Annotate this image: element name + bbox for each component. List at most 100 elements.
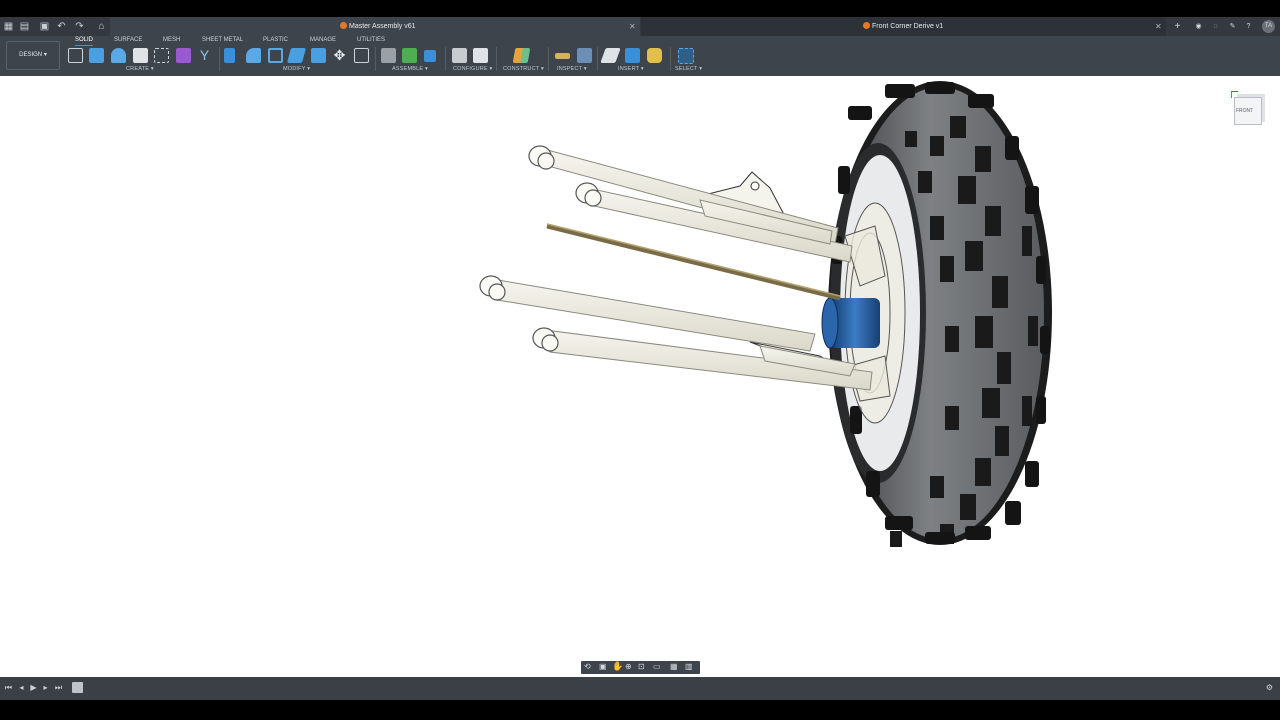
- extrude-icon[interactable]: [89, 48, 104, 63]
- viewports-icon[interactable]: ▥: [685, 662, 693, 671]
- ribbon-toolbar: DESIGN ▾ SOLID SURFACE MESH SHEET METAL …: [0, 36, 1280, 77]
- hole-icon[interactable]: [133, 48, 148, 63]
- step-forward-icon[interactable]: ▸: [41, 683, 50, 692]
- document-icon: [863, 22, 870, 29]
- workspace-label: DESIGN: [19, 52, 43, 58]
- navigation-bar: ⟲ ▣ ✋ ⊕ ⊡ ▭ ▦ ▥: [581, 661, 700, 674]
- extensions-icon[interactable]: ◉: [1193, 21, 1204, 32]
- divider: [496, 47, 497, 71]
- offset-plane-icon[interactable]: [512, 48, 531, 63]
- tab-manage[interactable]: MANAGE: [310, 36, 336, 45]
- measure-icon[interactable]: [555, 53, 570, 59]
- parameters-icon[interactable]: [473, 48, 488, 63]
- divider: [597, 47, 598, 71]
- workspace-switcher[interactable]: DESIGN ▾: [6, 41, 60, 70]
- document-tab-bar: ▦ ▤ ▣ ↶ ↷ ⌂ Master Assembly v61 ✕ Front …: [0, 17, 1280, 36]
- look-at-icon[interactable]: ▣: [599, 662, 607, 671]
- divider: [670, 47, 671, 71]
- help-icon[interactable]: ?: [1243, 21, 1254, 32]
- configure-icon[interactable]: [452, 48, 467, 63]
- tab-surface[interactable]: SURFACE: [114, 36, 142, 45]
- go-to-end-icon[interactable]: ⏭: [54, 683, 63, 692]
- divider: [445, 47, 446, 71]
- pipe-icon[interactable]: Y: [197, 48, 212, 63]
- decal-icon[interactable]: [625, 48, 640, 63]
- tube-ends: [479, 145, 602, 352]
- pattern-icon[interactable]: [154, 48, 169, 63]
- timeline-feature-icon[interactable]: [72, 682, 83, 693]
- close-icon[interactable]: ✕: [629, 17, 636, 36]
- display-settings-icon[interactable]: ▭: [653, 662, 661, 671]
- new-component-icon[interactable]: [381, 48, 396, 63]
- pan-icon[interactable]: ✋: [612, 661, 623, 672]
- divider: [375, 47, 376, 71]
- save-icon[interactable]: ▣: [38, 20, 51, 33]
- top-black-bar: [0, 0, 1280, 17]
- tab-master-assembly[interactable]: Master Assembly v61 ✕: [110, 17, 640, 36]
- divider: [548, 47, 549, 71]
- form-icon[interactable]: [176, 48, 191, 63]
- interference-icon[interactable]: [577, 48, 592, 63]
- timeline-bar: ⏮ ◂ ▶ ▸ ⏭ ⚙: [0, 677, 1280, 700]
- file-menu-icon[interactable]: ▤: [18, 20, 31, 33]
- insert-group-label[interactable]: INSERT ▾: [618, 66, 644, 72]
- home-icon[interactable]: ⌂: [95, 20, 108, 33]
- chevron-down-icon: ▾: [43, 52, 47, 58]
- model-render: [479, 81, 1052, 547]
- step-back-icon[interactable]: ◂: [17, 683, 26, 692]
- create-group-label[interactable]: CREATE ▾: [126, 66, 154, 72]
- split-body-icon[interactable]: [311, 48, 326, 63]
- app-grid-icon[interactable]: ▦: [2, 20, 15, 33]
- drive-motor: [821, 297, 880, 349]
- viewcube-face-label: FRONT: [1236, 108, 1254, 114]
- tab-solid[interactable]: SOLID: [75, 36, 94, 46]
- joint-icon[interactable]: [402, 48, 417, 63]
- create-sketch-icon[interactable]: [68, 48, 83, 63]
- redo-icon[interactable]: ↷: [73, 20, 86, 33]
- user-avatar[interactable]: TA: [1262, 20, 1275, 33]
- tab-mesh[interactable]: MESH: [163, 36, 180, 45]
- assemble-group-label[interactable]: ASSEMBLE ▾: [392, 66, 428, 72]
- select-icon[interactable]: [678, 48, 694, 64]
- zoom-icon[interactable]: ⊕: [625, 662, 632, 671]
- canvas-icon[interactable]: [647, 48, 662, 63]
- tab-front-corner-derive[interactable]: Front Corner Derive v1 ✕: [641, 17, 1166, 36]
- tab-sheet-metal[interactable]: SHEET METAL: [202, 36, 243, 45]
- tab-plastic[interactable]: PLASTIC: [263, 36, 288, 45]
- axis-triad-icon: [1231, 91, 1238, 98]
- move-icon[interactable]: ✥: [332, 48, 347, 63]
- notifications-icon[interactable]: ✎: [1227, 21, 1238, 32]
- configure-group-label[interactable]: CONFIGURE ▾: [453, 66, 493, 72]
- tab-utilities[interactable]: UTILITIES: [357, 36, 385, 45]
- new-tab-icon[interactable]: +: [1172, 21, 1183, 32]
- shell-icon[interactable]: [268, 48, 283, 63]
- document-icon: [340, 22, 347, 29]
- grid-icon[interactable]: ▦: [670, 662, 678, 671]
- insert-derive-icon[interactable]: [600, 48, 621, 63]
- fillet-icon[interactable]: [246, 48, 261, 63]
- job-status-icon[interactable]: ◌: [1210, 21, 1221, 32]
- inspect-group-label[interactable]: INSPECT ▾: [557, 66, 587, 72]
- select-group-label[interactable]: SELECT ▾: [675, 66, 702, 72]
- modify-group-label[interactable]: MODIFY ▾: [283, 66, 310, 72]
- play-icon[interactable]: ▶: [29, 683, 38, 692]
- timeline-settings-icon[interactable]: ⚙: [1265, 683, 1274, 692]
- as-built-joint-icon[interactable]: [424, 50, 436, 62]
- divider: [219, 47, 220, 71]
- control-arms: [491, 147, 873, 391]
- fit-icon[interactable]: ⊡: [638, 662, 645, 671]
- viewcube[interactable]: FRONT: [1230, 91, 1266, 127]
- 3d-viewport[interactable]: FRONT: [0, 76, 1280, 677]
- chamfer-icon[interactable]: [286, 48, 307, 63]
- press-pull-icon[interactable]: [224, 48, 235, 63]
- bottom-black-bar: [0, 700, 1280, 720]
- close-icon[interactable]: ✕: [1155, 17, 1162, 36]
- undo-icon[interactable]: ↶: [55, 20, 68, 33]
- orbit-icon[interactable]: ⟲: [584, 662, 591, 671]
- align-icon[interactable]: [354, 48, 369, 63]
- tab-label: Master Assembly v61: [349, 23, 416, 30]
- go-to-start-icon[interactable]: ⏮: [4, 683, 13, 692]
- revolve-icon[interactable]: [111, 48, 126, 63]
- tab-label: Front Corner Derive v1: [872, 23, 944, 30]
- construct-group-label[interactable]: CONSTRUCT ▾: [503, 66, 544, 72]
